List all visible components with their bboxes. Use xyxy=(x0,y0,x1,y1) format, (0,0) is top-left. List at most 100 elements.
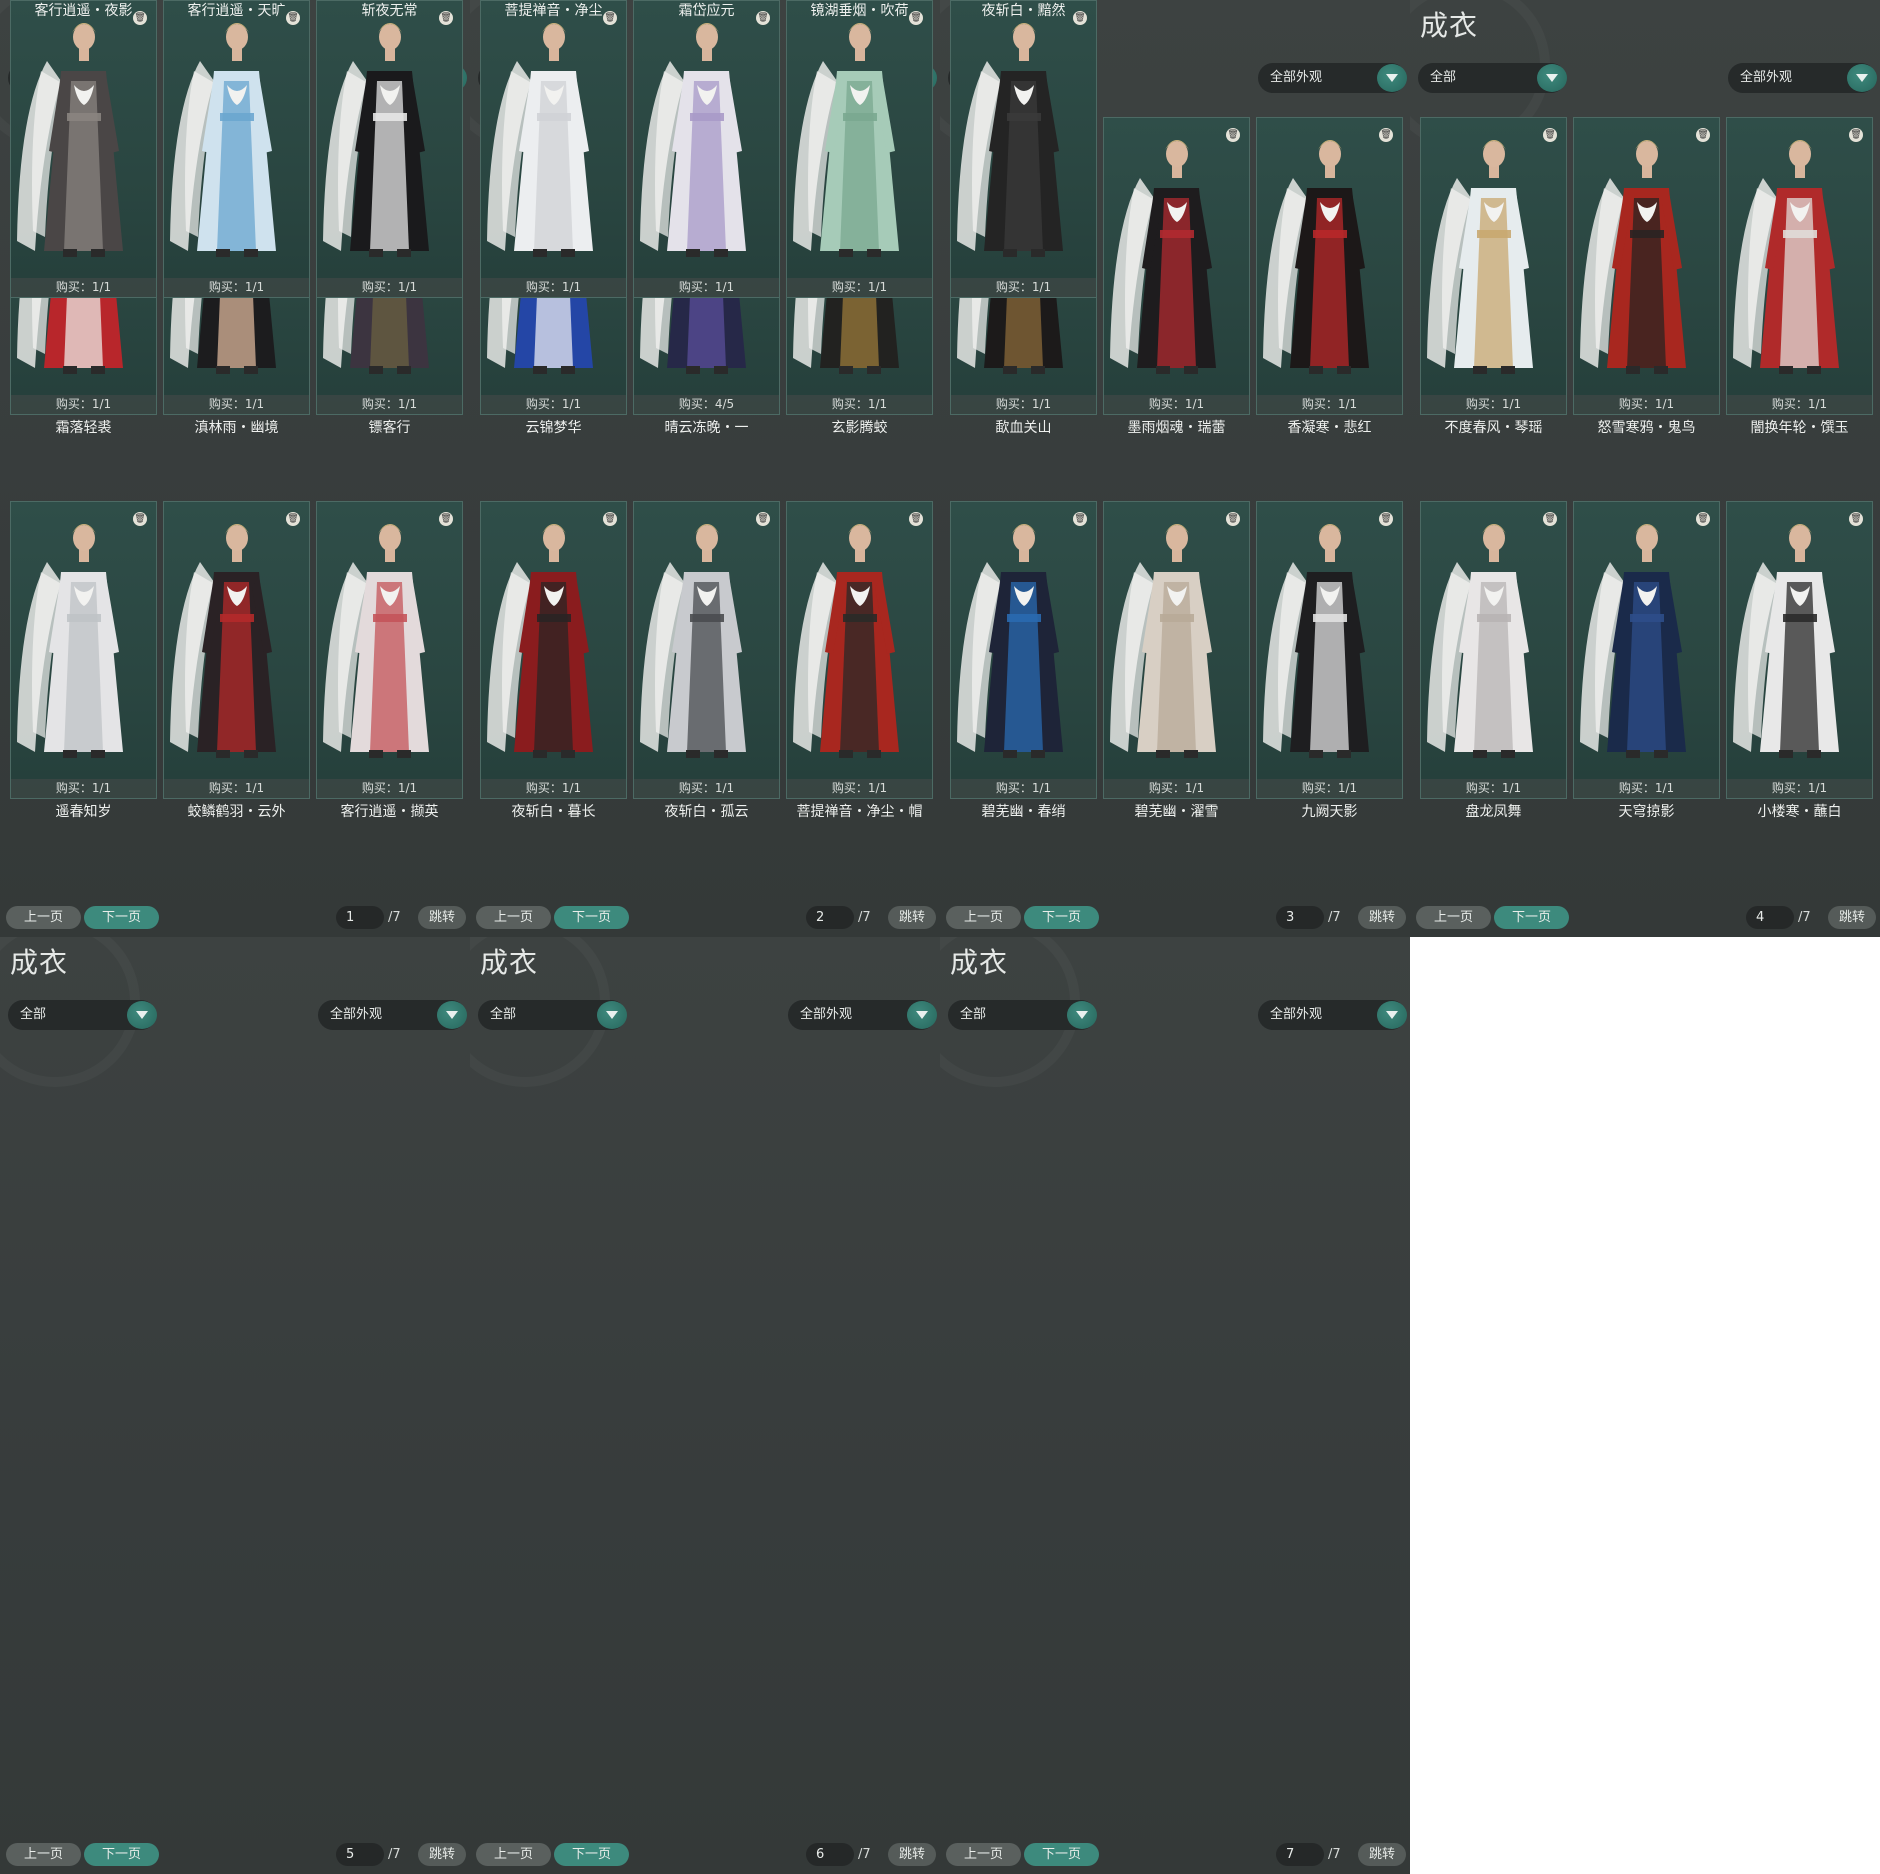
trash-icon[interactable]: 🗑 xyxy=(1226,512,1240,526)
trash-icon[interactable]: 🗑 xyxy=(1543,128,1557,142)
trash-icon[interactable]: 🗑 xyxy=(133,512,147,526)
chevron-down-icon[interactable] xyxy=(1067,1001,1097,1029)
outfit-preview-image xyxy=(1263,524,1369,758)
appearance-filter-dropdown[interactable]: 全部外观 xyxy=(1258,63,1407,93)
prev-page-button[interactable]: 上一页 xyxy=(6,1843,81,1866)
page-number-input[interactable]: 7 xyxy=(1276,1843,1324,1866)
trash-icon[interactable]: 🗑 xyxy=(439,512,453,526)
outfit-card[interactable]: 🗑购买：1/1 xyxy=(1726,501,1873,799)
next-page-button[interactable]: 下一页 xyxy=(84,1843,159,1866)
trash-icon[interactable]: 🗑 xyxy=(756,512,770,526)
page-number-input[interactable]: 6 xyxy=(806,1843,854,1866)
outfit-preview-image xyxy=(1427,140,1533,374)
outfit-name: 镜湖垂烟・吹荷 xyxy=(810,3,909,19)
jump-page-button[interactable]: 跳转 xyxy=(1828,906,1876,929)
outfit-card[interactable]: 🗑 购买：1/1 xyxy=(950,501,1097,799)
chevron-down-icon[interactable] xyxy=(907,1001,937,1029)
outfit-card[interactable]: 🗑购买：1/1 xyxy=(10,0,157,298)
appearance-filter-dropdown[interactable]: 全部外观 xyxy=(1258,1000,1407,1030)
outfit-card[interactable]: 🗑购买：1/1 xyxy=(1420,117,1567,415)
purchase-count: 购买：4/5 xyxy=(634,395,779,414)
jump-page-button[interactable]: 跳转 xyxy=(1358,906,1406,929)
trash-icon[interactable]: 🗑 xyxy=(1226,128,1240,142)
outfit-card[interactable]: 🗑购买：1/1 xyxy=(786,501,933,799)
outfit-preview-image xyxy=(1580,524,1686,758)
trash-icon[interactable]: 🗑 xyxy=(909,512,923,526)
page-number-input[interactable]: 3 xyxy=(1276,906,1324,929)
trash-icon[interactable]: 🗑 xyxy=(1696,512,1710,526)
trash-icon[interactable]: 🗑 xyxy=(1379,128,1393,142)
outfit-preview-image xyxy=(17,524,123,758)
jump-page-button[interactable]: 跳转 xyxy=(418,1843,466,1866)
purchase-count: 购买：1/1 xyxy=(1104,395,1249,414)
page-number-input[interactable]: 1 xyxy=(336,906,384,929)
prev-page-button[interactable]: 上一页 xyxy=(476,1843,551,1866)
page-number-input[interactable]: 2 xyxy=(806,906,854,929)
prev-page-button[interactable]: 上一页 xyxy=(946,1843,1021,1866)
trash-icon[interactable]: 🗑 xyxy=(1073,512,1087,526)
panel-title: 成衣 xyxy=(10,946,69,979)
outfit-name: 墨雨烟魂・瑞蕾 xyxy=(1127,420,1226,436)
chevron-down-icon[interactable] xyxy=(437,1001,467,1029)
outfit-card[interactable]: 🗑购买：1/1 xyxy=(480,501,627,799)
outfit-card[interactable]: 🗑购买：1/1 xyxy=(316,501,463,799)
outfit-card[interactable]: 🗑 购买：1/1 xyxy=(1103,117,1250,415)
trash-icon[interactable]: 🗑 xyxy=(1849,128,1863,142)
category-filter-dropdown[interactable]: 全部 xyxy=(948,1000,1097,1030)
chevron-down-icon[interactable] xyxy=(1847,64,1877,92)
next-page-button[interactable]: 下一页 xyxy=(554,1843,629,1866)
chevron-down-icon[interactable] xyxy=(1537,64,1567,92)
outfit-card[interactable]: 🗑购买：1/1 xyxy=(950,0,1097,298)
category-filter-dropdown[interactable]: 全部 xyxy=(1418,63,1567,93)
chevron-down-icon[interactable] xyxy=(127,1001,157,1029)
jump-page-button[interactable]: 跳转 xyxy=(888,906,936,929)
next-page-button[interactable]: 下一页 xyxy=(1024,906,1099,929)
outfit-card[interactable]: 🗑购买：1/1 xyxy=(10,501,157,799)
outfit-card[interactable]: 🗑购买：1/1 xyxy=(1256,117,1403,415)
prev-page-button[interactable]: 上一页 xyxy=(6,906,81,929)
outfit-card[interactable]: 🗑购买：1/1 xyxy=(316,0,463,298)
outfit-card[interactable]: 🗑购买：1/1 xyxy=(480,0,627,298)
chevron-down-icon[interactable] xyxy=(1377,1001,1407,1029)
outfit-panel-7: 成衣 全部 全部外观 上一页 下一页 7/7 跳转 xyxy=(940,937,1410,1874)
purchase-count: 购买：1/1 xyxy=(1574,779,1719,798)
purchase-count: 购买：1/1 xyxy=(951,779,1096,798)
category-filter-dropdown[interactable]: 全部 xyxy=(478,1000,627,1030)
jump-page-button[interactable]: 跳转 xyxy=(888,1843,936,1866)
outfit-card[interactable]: 🗑购买：1/1 xyxy=(1726,117,1873,415)
next-page-button[interactable]: 下一页 xyxy=(1494,906,1569,929)
trash-icon[interactable]: 🗑 xyxy=(1543,512,1557,526)
outfit-name: 碧芜幽・春绡 xyxy=(981,804,1066,820)
page-number-input[interactable]: 4 xyxy=(1746,906,1794,929)
outfit-card[interactable]: 🗑购买：1/1 xyxy=(1103,501,1250,799)
next-page-button[interactable]: 下一页 xyxy=(1024,1843,1099,1866)
jump-page-button[interactable]: 跳转 xyxy=(418,906,466,929)
trash-icon[interactable]: 🗑 xyxy=(1696,128,1710,142)
next-page-button[interactable]: 下一页 xyxy=(84,906,159,929)
next-page-button[interactable]: 下一页 xyxy=(554,906,629,929)
trash-icon[interactable]: 🗑 xyxy=(603,512,617,526)
appearance-filter-dropdown[interactable]: 全部外观 xyxy=(318,1000,467,1030)
outfit-card[interactable]: 🗑购买：1/1 xyxy=(163,0,310,298)
outfit-card[interactable]: 🗑购买：1/1 xyxy=(1256,501,1403,799)
jump-page-button[interactable]: 跳转 xyxy=(1358,1843,1406,1866)
trash-icon[interactable]: 🗑 xyxy=(286,512,300,526)
outfit-card[interactable]: 🗑购买：1/1 xyxy=(163,501,310,799)
outfit-card[interactable]: 🗑购买：1/1 xyxy=(633,0,780,298)
chevron-down-icon[interactable] xyxy=(1377,64,1407,92)
appearance-filter-dropdown[interactable]: 全部外观 xyxy=(788,1000,937,1030)
category-filter-dropdown[interactable]: 全部 xyxy=(8,1000,157,1030)
page-number-input[interactable]: 5 xyxy=(336,1843,384,1866)
outfit-card[interactable]: 🗑购买：1/1 xyxy=(1420,501,1567,799)
trash-icon[interactable]: 🗑 xyxy=(1379,512,1393,526)
outfit-card[interactable]: 🗑购买：1/1 xyxy=(633,501,780,799)
prev-page-button[interactable]: 上一页 xyxy=(946,906,1021,929)
appearance-filter-dropdown[interactable]: 全部外观 xyxy=(1728,63,1877,93)
outfit-card[interactable]: 🗑购买：1/1 xyxy=(786,0,933,298)
trash-icon[interactable]: 🗑 xyxy=(1849,512,1863,526)
prev-page-button[interactable]: 上一页 xyxy=(476,906,551,929)
outfit-card[interactable]: 🗑 购买：1/1 xyxy=(1573,501,1720,799)
outfit-card[interactable]: 🗑购买：1/1 xyxy=(1573,117,1720,415)
chevron-down-icon[interactable] xyxy=(597,1001,627,1029)
prev-page-button[interactable]: 上一页 xyxy=(1416,906,1491,929)
